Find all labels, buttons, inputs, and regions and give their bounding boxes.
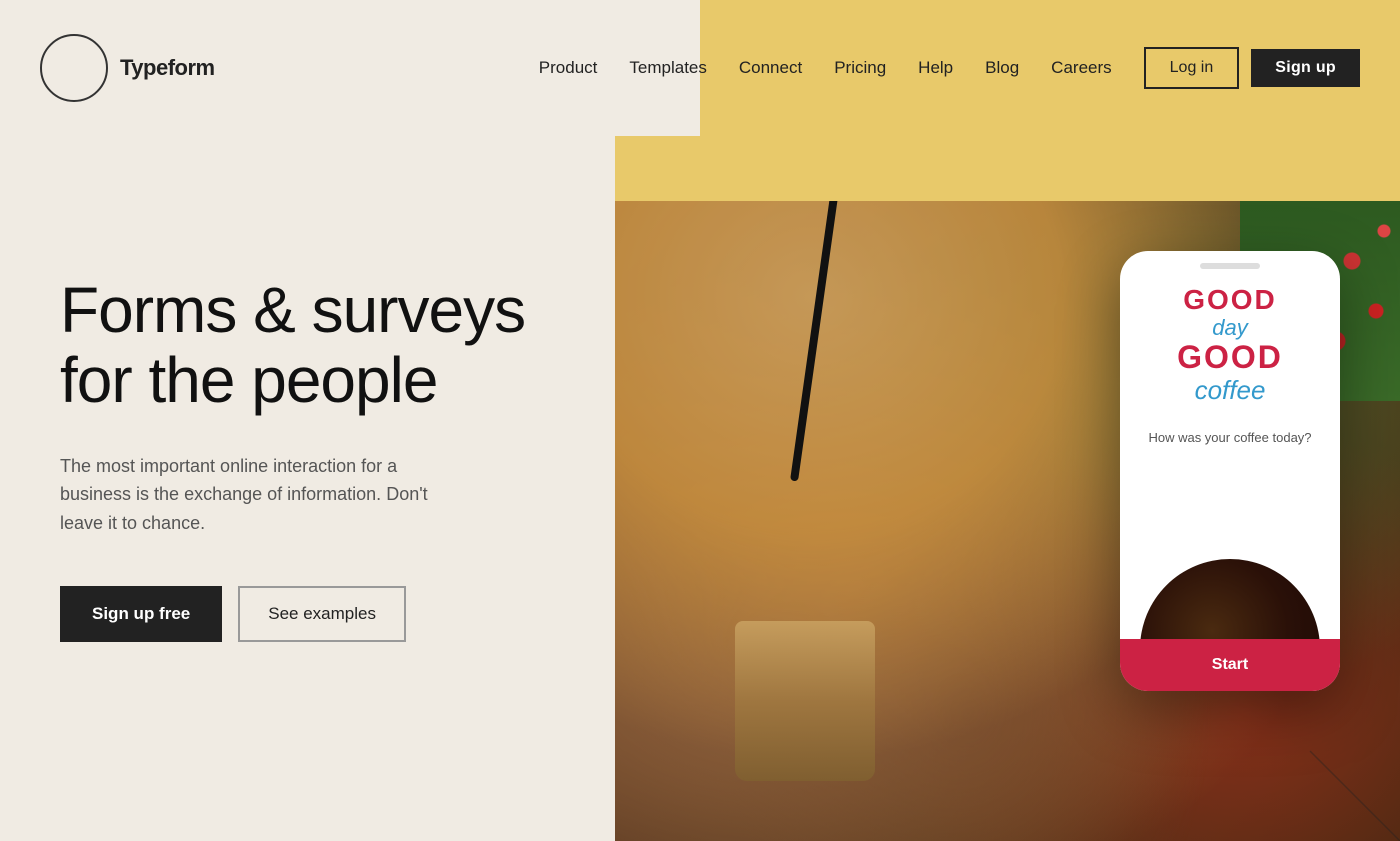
hero-heading: Forms & surveys for the people — [60, 275, 555, 416]
logo[interactable]: Typeform — [40, 34, 215, 102]
coffee-cup — [735, 621, 875, 781]
hero-right: GOOD day GOOD coffee How was your coffee… — [615, 136, 1400, 841]
hero-heading-line2: for the people — [60, 344, 437, 416]
coffee-brand: GOOD day GOOD coffee — [1177, 285, 1283, 406]
hero-heading-line1: Forms & surveys — [60, 274, 525, 346]
login-button[interactable]: Log in — [1144, 47, 1240, 89]
coffee-good1: GOOD — [1177, 285, 1283, 316]
hero-buttons: Sign up free See examples — [60, 586, 555, 642]
logo-icon — [40, 34, 108, 102]
coffee-day: day — [1177, 316, 1283, 340]
nav-help[interactable]: Help — [918, 58, 953, 78]
signup-button[interactable]: Sign up — [1251, 49, 1360, 87]
coffee-circle — [1140, 559, 1320, 639]
nav-careers[interactable]: Careers — [1051, 58, 1111, 78]
hero-left: Forms & surveys for the people The most … — [0, 136, 615, 841]
phone-coffee-image — [1120, 519, 1340, 639]
nav-actions: Log in Sign up — [1144, 47, 1360, 89]
phone-question: How was your coffee today? — [1148, 430, 1311, 445]
hero-golden-bar — [615, 136, 1400, 201]
nav-connect[interactable]: Connect — [739, 58, 802, 78]
nav-product[interactable]: Product — [539, 58, 598, 78]
signup-free-button[interactable]: Sign up free — [60, 586, 222, 642]
hero-subtext: The most important online interaction fo… — [60, 452, 440, 538]
see-examples-button[interactable]: See examples — [238, 586, 406, 642]
hero-photo: GOOD day GOOD coffee How was your coffee… — [615, 201, 1400, 841]
coffee-word: coffee — [1177, 375, 1283, 406]
nav-pricing[interactable]: Pricing — [834, 58, 886, 78]
nav-blog[interactable]: Blog — [985, 58, 1019, 78]
nav-links: Product Templates Connect Pricing Help B… — [539, 58, 1112, 78]
phone-start-button[interactable]: Start — [1120, 639, 1340, 691]
coffee-good2: GOOD — [1177, 340, 1283, 375]
nav-templates[interactable]: Templates — [629, 58, 706, 78]
decorative-line — [1280, 721, 1400, 841]
phone-mockup: GOOD day GOOD coffee How was your coffee… — [1120, 251, 1340, 691]
logo-text: Typeform — [120, 55, 215, 81]
